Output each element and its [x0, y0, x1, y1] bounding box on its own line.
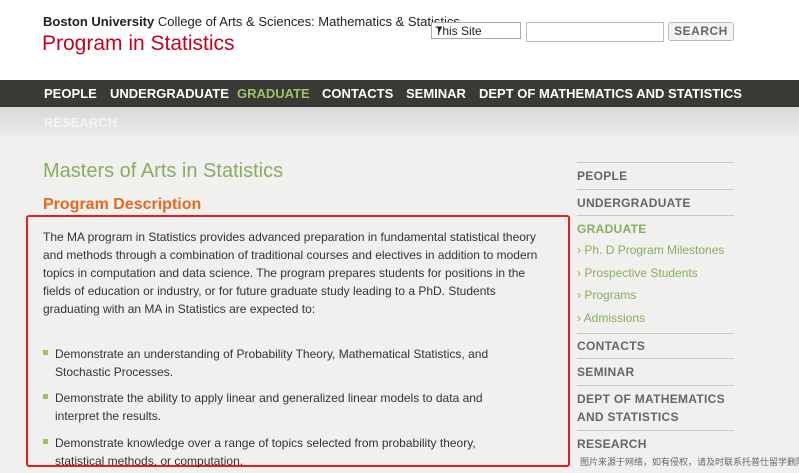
sidebar-divider [577, 333, 734, 334]
sidebar-subitem-label: Programs [584, 288, 637, 302]
search-input[interactable] [526, 22, 664, 42]
nav-graduate[interactable]: GRADUATE [237, 86, 310, 101]
sidebar-divider [577, 358, 734, 359]
university-line: Boston University College of Arts & Scie… [43, 14, 460, 29]
sidebar-subitem-admissions[interactable]: › Admissions [577, 309, 734, 327]
sidebar-item-label: UNDERGRADUATE [577, 196, 691, 210]
sidebar-item-contacts[interactable]: CONTACTS [577, 337, 734, 355]
program-intro: The MA program in Statistics provides ad… [43, 230, 538, 316]
sidebar-item-label: SEMINAR [577, 365, 635, 379]
outcome-text: Demonstrate knowledge over a range of to… [55, 436, 476, 468]
search-scope-select[interactable]: This Site ▼ [431, 22, 521, 39]
nav-people[interactable]: PEOPLE [44, 86, 97, 101]
site-header: Boston University College of Arts & Scie… [0, 0, 799, 80]
sidebar-item-undergraduate[interactable]: UNDERGRADUATE [577, 194, 734, 212]
sidebar-item-graduate[interactable]: GRADUATE [577, 220, 734, 238]
sidebar-item-label: CONTACTS [577, 339, 646, 353]
sidebar-subitem-label: Admissions [583, 311, 646, 325]
sidebar-divider [577, 162, 734, 163]
sidebar-item-label: DEPT OF MATHEMATICS AND STATISTICS [577, 392, 725, 424]
nav-second-row: RESEARCH [0, 107, 799, 137]
section-heading: Program Description [43, 196, 202, 213]
list-item: Demonstrate an understanding of Probabil… [43, 345, 513, 381]
sidebar-divider [577, 215, 734, 216]
bullet-square-icon [43, 394, 48, 399]
bullet-square-icon [43, 350, 48, 355]
sidebar-item-research[interactable]: RESEARCH [577, 435, 734, 453]
sidebar-item-label: RESEARCH [577, 437, 647, 451]
nav-research[interactable]: RESEARCH [44, 115, 117, 130]
sidebar-subitem-label: Ph. D Program Milestones [584, 243, 725, 257]
nav-seminar[interactable]: SEMINAR [406, 86, 466, 101]
sidebar-subitem-phd-milestones[interactable]: › Ph. D Program Milestones [577, 241, 734, 259]
dropdown-arrow-icon: ▼ [435, 24, 444, 34]
page-title: Masters of Arts in Statistics [43, 160, 284, 182]
main-nav: PEOPLE UNDERGRADUATE GRADUATE CONTACTS S… [0, 80, 799, 107]
sidebar-divider [577, 385, 734, 386]
sidebar-subitem-programs[interactable]: › Programs [577, 286, 734, 304]
sidebar-divider [577, 189, 734, 190]
college-name[interactable]: College of Arts & Sciences: Mathematics … [158, 14, 460, 29]
sidebar-item-dept-math-stats[interactable]: DEPT OF MATHEMATICS AND STATISTICS [577, 390, 734, 426]
outcome-text: Demonstrate an understanding of Probabil… [55, 347, 489, 379]
sidebar-item-people[interactable]: PEOPLE [577, 167, 734, 185]
nav-undergraduate[interactable]: UNDERGRADUATE [110, 86, 229, 101]
university-name[interactable]: Boston University [43, 14, 154, 29]
program-title[interactable]: Program in Statistics [42, 32, 235, 56]
sidebar-item-label: GRADUATE [577, 222, 647, 236]
sidebar-subitem-label: Prospective Students [584, 266, 698, 280]
bullet-square-icon [43, 439, 48, 444]
list-item: Demonstrate the ability to apply linear … [43, 389, 513, 425]
nav-dept-math-stats[interactable]: DEPT OF MATHEMATICS AND STATISTICS [479, 86, 742, 101]
sidebar-divider [577, 430, 734, 431]
chevron-right-icon: › [577, 311, 584, 325]
list-item: Demonstrate knowledge over a range of to… [43, 434, 513, 470]
sidebar-item-label: PEOPLE [577, 169, 628, 183]
outcome-text: Demonstrate the ability to apply linear … [55, 391, 483, 423]
nav-contacts[interactable]: CONTACTS [322, 86, 393, 101]
watermark-text: 图片来源于网络，如有侵权，请及时联系托普仕留学删除 [580, 457, 799, 467]
sidebar-subitem-prospective-students[interactable]: › Prospective Students [577, 264, 734, 282]
sidebar-item-seminar[interactable]: SEMINAR [577, 363, 734, 381]
search-button[interactable]: SEARCH [668, 22, 734, 41]
